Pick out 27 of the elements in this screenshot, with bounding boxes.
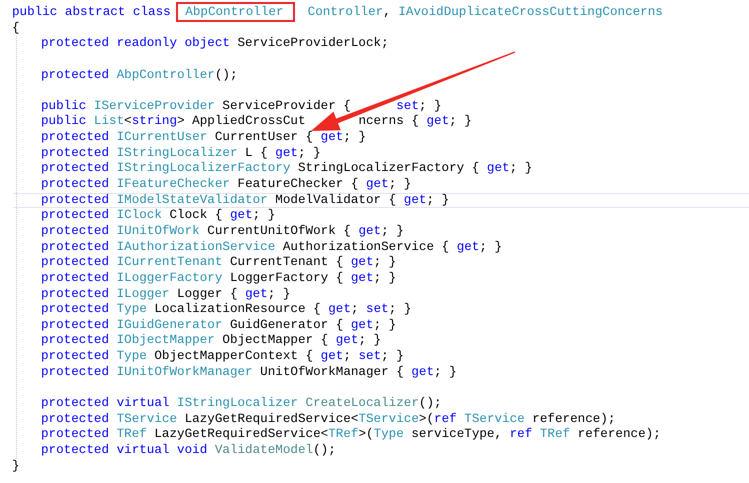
code-line: protected virtual void ValidateModel(); [40, 442, 337, 459]
code-line: public abstract class AbpController Controller, IAvoidDuplicateCrossCuttingConcerns [12, 5, 749, 21]
code-line: protected TRef LazyGetRequiredService<TRef>(Type serviceType, ref TRef reference); [40, 427, 662, 443]
code-line: protected ICurrentTenant CurrentTenant { get; } [40, 255, 398, 271]
code-line: protected readonly object ServiceProviderLock; [40, 36, 390, 52]
code-line: protected IFeatureChecker FeatureChecker { get; } [40, 177, 412, 193]
code-line: protected IAuthorizationService AuthorizationService { get; } [40, 240, 504, 256]
code-line: protected IObjectMapper ObjectMapper { get; } [40, 333, 382, 350]
code-line: } [12, 458, 21, 474]
code-line: protected IClock Clock { get; } [40, 208, 276, 224]
code-line: protected ILoggerFactory LoggerFactory { get; } [40, 270, 398, 287]
code-line: protected AbpController(); [40, 68, 239, 84]
code-line: protected ILogger Logger { get; } [40, 286, 292, 302]
code-line: protected TService LazyGetRequiredService<TService>(ref TService reference); [40, 412, 616, 428]
code-line: protected Type LocalizationResource { get; set; } [40, 302, 412, 318]
code-line: protected IStringLocalizerFactory StringLocalizerFactory { get; } [40, 161, 534, 178]
code-line: protected Type ObjectMapperContext { get; set; } [40, 349, 405, 365]
code-line: public List<string> AppliedCrossCut ncerns { get; } [40, 114, 473, 130]
code-line: protected ICurrentUser CurrentUser { get; } [40, 130, 368, 146]
code-line: { [12, 20, 21, 36]
code-line: protected IUnitOfWork CurrentUnitOfWork { get; } [40, 224, 405, 240]
code-line: protected IModelStateValidator ModelValidator { get; } [13, 192, 749, 208]
code-line: public IServiceProvider ServiceProvider { set; } [40, 98, 443, 114]
code-line: protected IUnitOfWorkManager UnitOfWorkManager { get; } [40, 364, 458, 380]
code-line: protected IGuidGenerator GuidGenerator { get; } [40, 318, 398, 334]
code-line: protected IStringLocalizer L { get; } [40, 146, 322, 162]
code-line: protected virtual IStringLocalizer CreateLocalizer(); [40, 396, 443, 412]
